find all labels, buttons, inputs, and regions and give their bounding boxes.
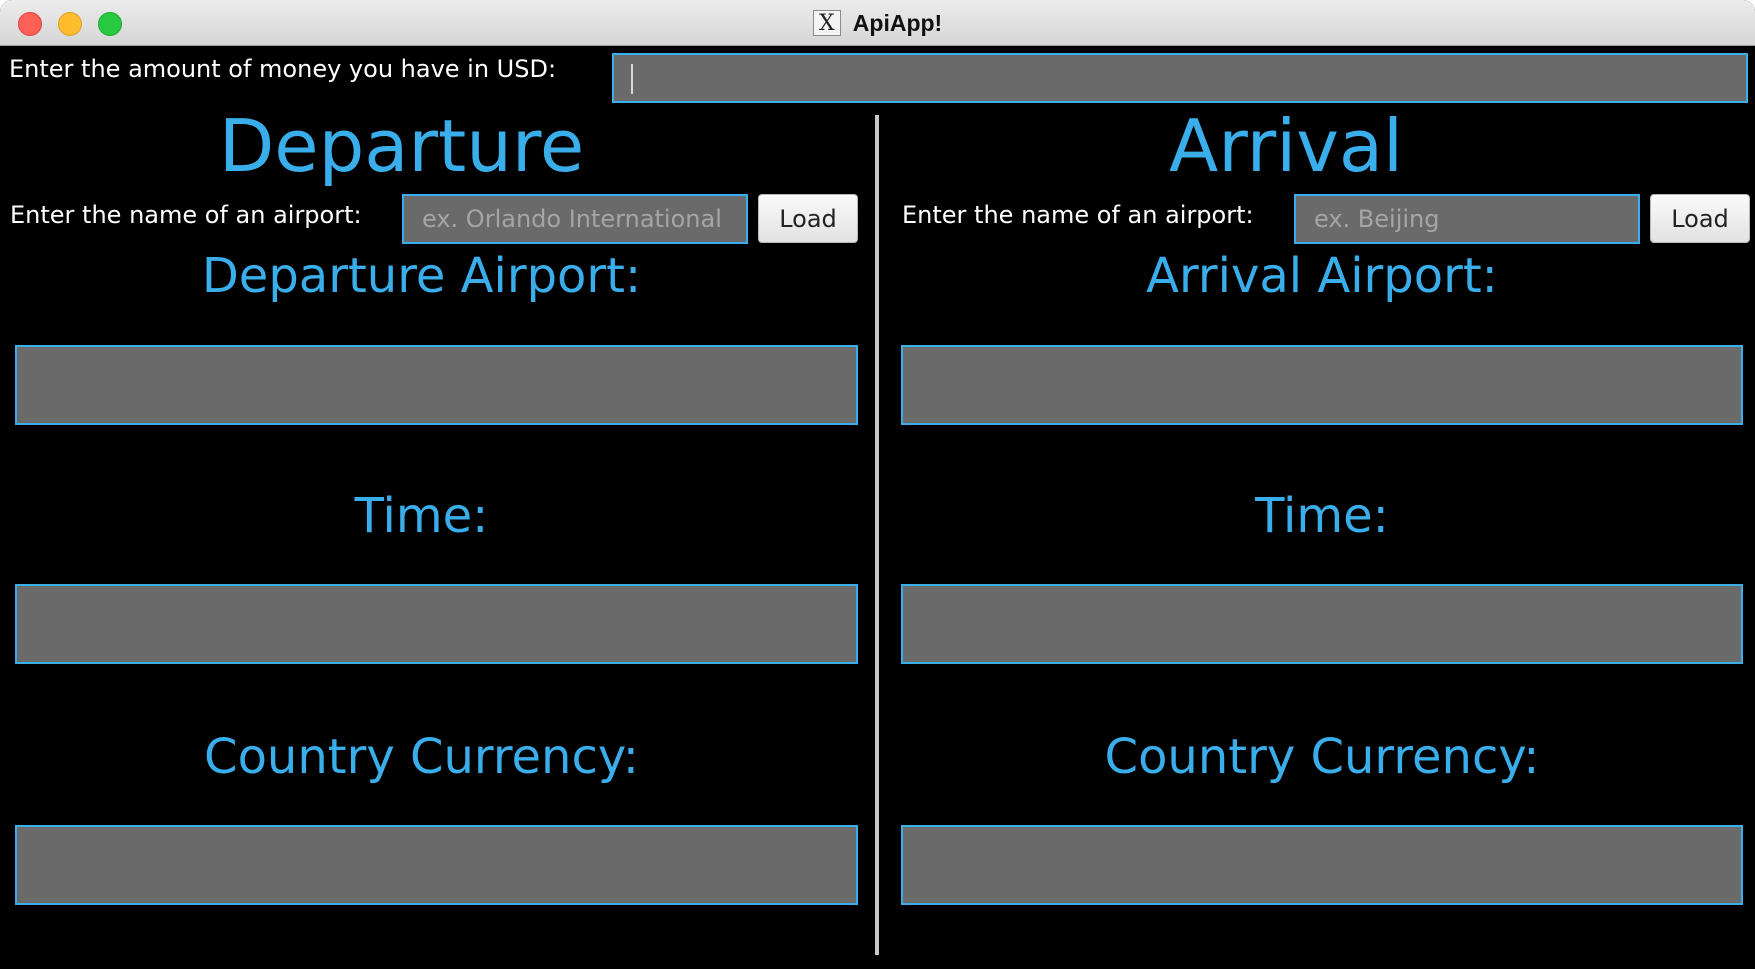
departure-airport-section-label: Departure Airport:: [201, 248, 642, 304]
arrival-load-button[interactable]: Load: [1650, 194, 1750, 243]
arrival-heading: Arrival: [1169, 104, 1403, 188]
departure-load-button[interactable]: Load: [758, 194, 858, 243]
departure-currency-section-label: Country Currency:: [204, 729, 639, 785]
arrival-time-section-label: Time:: [1255, 488, 1389, 544]
arrival-airport-section-label: Arrival Airport:: [1146, 248, 1498, 304]
arrival-time-output: [901, 584, 1743, 664]
departure-time-section-label: Time:: [354, 488, 489, 544]
departure-airport-output: [15, 345, 858, 425]
arrival-currency-section-label: Country Currency:: [1104, 729, 1540, 785]
departure-airport-label: Enter the name of an airport:: [10, 201, 362, 229]
arrival-currency-output: [901, 825, 1743, 905]
title-wrap: X ApiApp!: [0, 0, 1755, 46]
usd-amount-input[interactable]: [612, 53, 1748, 103]
x11-icon: X: [812, 10, 841, 36]
text-caret: [631, 64, 633, 94]
usd-amount-label: Enter the amount of money you have in US…: [9, 55, 557, 83]
departure-heading: Departure: [218, 104, 585, 188]
departure-airport-input[interactable]: [402, 194, 748, 244]
departure-currency-output: [15, 825, 858, 905]
window-title: ApiApp!: [852, 9, 943, 36]
arrival-airport-input[interactable]: [1294, 194, 1640, 244]
departure-time-output: [15, 584, 858, 664]
title-bar[interactable]: X ApiApp!: [0, 0, 1755, 46]
arrival-airport-label: Enter the name of an airport:: [902, 201, 1254, 229]
app-window: X ApiApp! Enter the amount of money you …: [0, 0, 1755, 969]
arrival-airport-output: [901, 345, 1743, 425]
column-divider: [875, 115, 879, 955]
